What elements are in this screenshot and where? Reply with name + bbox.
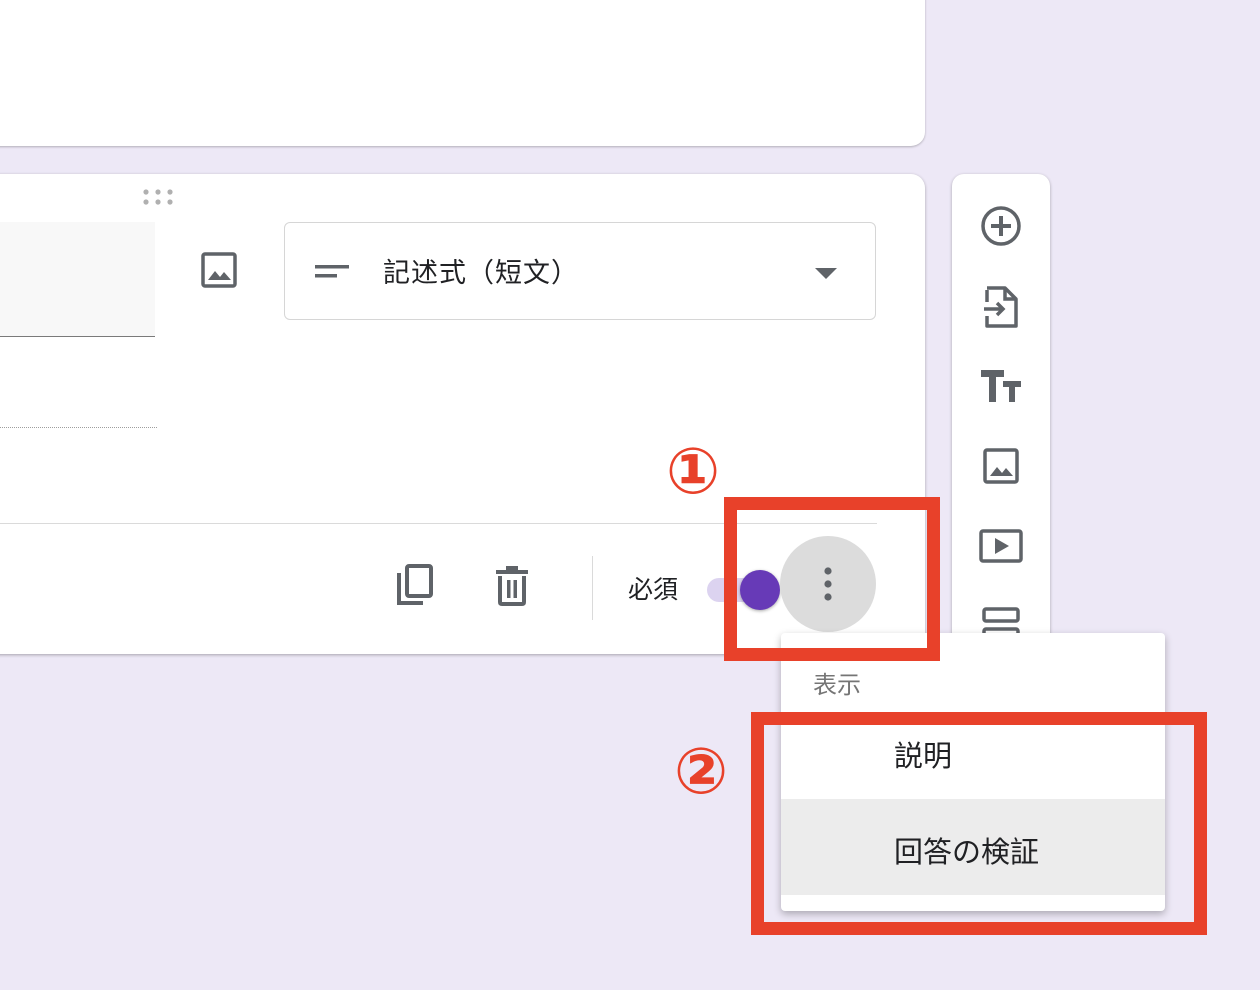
- answer-placeholder-line: [0, 427, 157, 428]
- question-title-input[interactable]: [0, 222, 155, 337]
- add-video-icon[interactable]: [976, 521, 1026, 571]
- required-label: 必須: [628, 575, 679, 604]
- duplicate-icon[interactable]: [390, 560, 440, 610]
- question-type-select[interactable]: 記述式（短文）: [284, 222, 876, 320]
- footer-vertical-divider: [592, 556, 593, 620]
- question-type-label: 記述式（短文）: [383, 258, 579, 289]
- add-image-icon[interactable]: [976, 441, 1026, 491]
- annotation-marker-1: ①: [666, 435, 721, 509]
- annotation-box-1: [724, 497, 940, 661]
- drag-handle-icon[interactable]: [142, 188, 174, 206]
- menu-section-header: 表示: [813, 671, 861, 699]
- delete-icon[interactable]: [487, 560, 537, 610]
- short-answer-lines-icon: [315, 263, 349, 283]
- add-image-icon[interactable]: [197, 248, 241, 292]
- dropdown-arrow-icon: [815, 265, 837, 284]
- floating-toolbar: [952, 174, 1050, 654]
- annotation-box-2: [751, 712, 1207, 935]
- import-questions-icon[interactable]: [976, 282, 1026, 332]
- add-question-icon[interactable]: [976, 201, 1026, 251]
- annotation-marker-2: ②: [674, 735, 729, 809]
- add-title-icon[interactable]: [976, 361, 1026, 411]
- form-header-card: [0, 0, 925, 146]
